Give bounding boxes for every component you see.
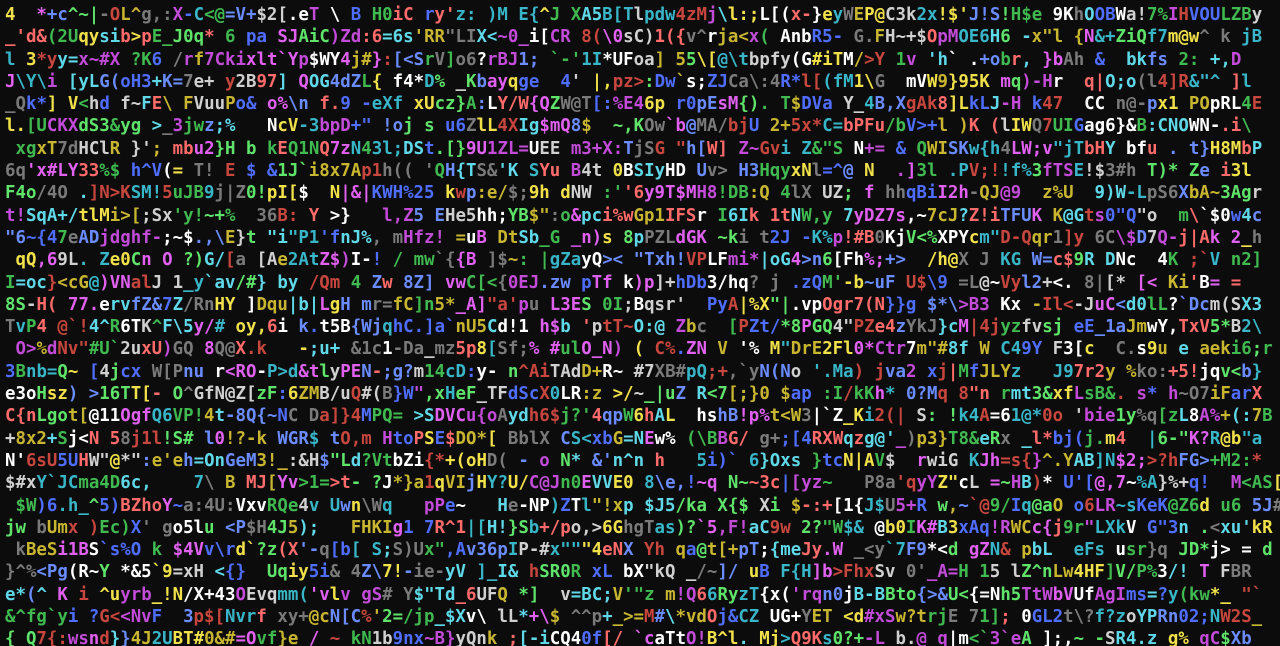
terminal-line: jw bUmx )Ec)X' go5lu <P$H4J5); FHKIg1 7R… [5,517,1273,538]
terminal-line: 6q'x#LY33%$ h^V(= T! E $ &1J`i8x7Ap1h(( … [5,161,1252,182]
terminal-line: e3oHsz) >16TT[- O^GfN@Z[zF:6ZMB/uQ#(B}W"… [5,384,1263,405]
terminal-line: _Qk*] V<hd f~FE\ FVuuPo& o%\n f.9 -eXf x… [5,94,1263,115]
terminal-line: 4 *+c^~|-OL^g,:X-C<@=V+$2[.eT \ B H0iC r… [5,5,1263,25]
terminal-line: 8S-H( 77.ervfZ&7Z/RnHY ]Dqu|b|LgH mr=fC]… [5,294,1263,315]
terminal-line: e*(^ K i ^uyrb_!N/X+43OEvqmm('vlv gS# Y$… [5,584,1263,605]
terminal-line: qQ,69L. Ze0Cn O ?)G/[a [Ae2AtZ$)I-! / mw… [15,250,1263,271]
terminal-line: C{nLgot[@11OgfQ6VP!4t-8Q{~NC Da]}4MPQ= >… [5,406,1273,427]
terminal-line: $W)6.h_^5)BZhoY~a:4U:VxvRQe4v Uwn\Wq pPe… [5,495,1280,516]
terminal-line: J\Y\i [yLG(oH3+K=7e+ y2B97] QOG4dZL{ f4*… [5,71,1252,92]
terminal-line: &^fg`yi ?G<<NvF 3p$[Nvrf xy+@cN[C%'2=/jp… [5,607,1263,628]
terminal-line: xgxT7dHClR }'; mbu2}H b kEQ1NQ7zN43l;DSt… [15,138,1263,159]
terminal-line: l 3*yy=x~#X ?K6 /rf7Ckixlt`Yp$WY4j#}:[<S… [5,49,1242,70]
terminal-line: kBeSi1BS`s%O k $4Vv\rd`?z(X'-q[b[ S;S)Ux… [5,540,1273,561]
terminal-line: F4o/4O .]N>KSM!5uJB9j|Z0!pI[$ N|&|KWH%25… [5,183,1263,204]
terminal-line: t!SqA+/tlMi>[;Sx'y!~+% 36B: Y >} l,Z5 EH… [5,205,1263,226]
terminal-line: TvP4 @`!4^R6TK^F\5y/# oy,6i k.t5B{WjqhC.… [5,317,1263,338]
terminal-line: { Q7{:wsnd}}4J2UBT#0&#=Ovf}e / ~ kN1b9nx… [5,629,1252,646]
terminal-line: _'d&(2Uqysib>pE_J0q* 6 pa SJAiC)Zd:6=6s'… [5,27,1263,48]
terminal-line: }^%<Pg(R~Y *&5`9=xH <{} Uqiy5i& 4Z\7!-ie… [5,562,1252,583]
terminal-line: +8x2+Sj<N 58j1l!S# l0!?-k WGR$ tO,m HtoP… [5,428,1263,449]
terminal-line: l.[UCKXdS3&yg >_3jwz;% NcV-3bpD+" !oj s … [5,116,1252,137]
terminal-line: N'6sU5UHW"@*":e'eh=OnGeM3!_:&H$"Ld?VtbZi… [5,450,1263,471]
terminal-line: O>%dNv"#U`2uxU)GQ 8Q@X.k -;u+ &1c1-Da_mz… [15,339,1273,360]
terminal-window[interactable]: 4 *+c^~|-OL^g,:X-C<@=V+$2[.eT \ B H0iC r… [0,0,1280,646]
terminal-line: 3Bnb=Q~ [4jcx W[Pnu r<RO-P>d&tlyPEN-;g?m… [5,361,1263,382]
terminal-line: I=oc}<cG@)VNalJ 1_y`av/#} by /Qm 4 Zw 8Z… [5,272,1242,293]
terminal-line: "6~{47eADjdghf-;~$.,\E}t "i"P1'fnJ%, mHf… [5,227,1263,248]
terminal-line: $#xY`JCma4D6c, 7\ B MJ[Yv>1=>t- ?J*}a1qV… [5,473,1280,494]
